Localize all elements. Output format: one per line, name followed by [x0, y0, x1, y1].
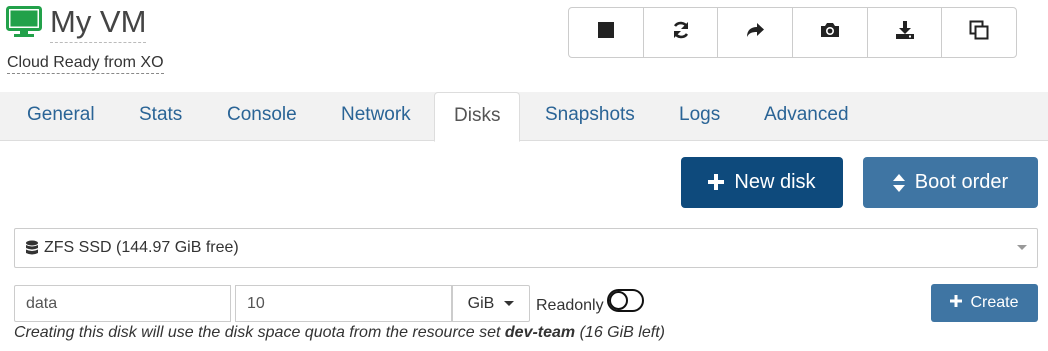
tab-general[interactable]: General [8, 92, 114, 141]
stop-icon [596, 20, 616, 46]
sr-select-value: ZFS SSD (144.97 GiB free) [44, 239, 239, 256]
new-disk-button[interactable]: New disk [681, 157, 843, 208]
tab-console[interactable]: Console [208, 92, 316, 141]
export-button[interactable] [868, 8, 943, 57]
plus-icon [950, 294, 963, 312]
size-unit-value: GiB [467, 294, 495, 312]
copy-icon [969, 20, 989, 46]
quota-notice: Creating this disk will use the disk spa… [14, 323, 665, 343]
migrate-share-icon [745, 20, 765, 46]
vm-tabs: General Stats Console Network Disks Snap… [0, 92, 1048, 142]
restart-button[interactable] [644, 8, 719, 57]
camera-icon [820, 20, 840, 46]
tab-network[interactable]: Network [322, 92, 430, 141]
boot-order-button[interactable]: Boot order [863, 157, 1038, 208]
stop-button[interactable] [569, 8, 644, 57]
database-icon [25, 240, 39, 256]
boot-order-label: Boot order [914, 171, 1009, 193]
new-disk-label: New disk [734, 171, 816, 193]
download-export-icon [895, 20, 915, 46]
tab-snapshots[interactable]: Snapshots [526, 92, 654, 141]
readonly-label: Readonly [536, 297, 604, 314]
disk-name-input[interactable]: data [14, 285, 231, 322]
quota-suffix: (16 GiB left) [575, 324, 665, 341]
tab-stats[interactable]: Stats [120, 92, 201, 141]
quota-prefix: Creating this disk will use the disk spa… [14, 324, 505, 341]
caret-down-icon [504, 301, 515, 306]
vm-description[interactable]: Cloud Ready from XO [7, 53, 164, 74]
plus-icon [708, 173, 725, 193]
tab-disks[interactable]: Disks [434, 92, 521, 142]
readonly-toggle[interactable] [607, 289, 644, 312]
chevron-down-icon [1017, 245, 1027, 250]
snapshot-button[interactable] [793, 8, 868, 57]
vm-name[interactable]: My VM [50, 2, 147, 43]
copy-button[interactable] [942, 8, 1016, 57]
create-label: Create [970, 294, 1019, 311]
size-unit-dropdown[interactable]: GiB [452, 285, 530, 322]
tab-logs[interactable]: Logs [660, 92, 739, 141]
create-button[interactable]: Create [931, 284, 1038, 322]
refresh-icon [671, 20, 691, 46]
tab-advanced[interactable]: Advanced [745, 92, 868, 141]
sort-icon [892, 173, 905, 192]
vm-action-toolbar [568, 7, 1017, 58]
disk-size-input[interactable]: 10 [235, 285, 452, 322]
migrate-button[interactable] [718, 8, 794, 57]
resource-set-name: dev-team [504, 324, 576, 341]
sr-select[interactable]: ZFS SSD (144.97 GiB free) [14, 228, 1038, 268]
vm-running-icon [6, 6, 42, 38]
toggle-knob [609, 291, 628, 310]
